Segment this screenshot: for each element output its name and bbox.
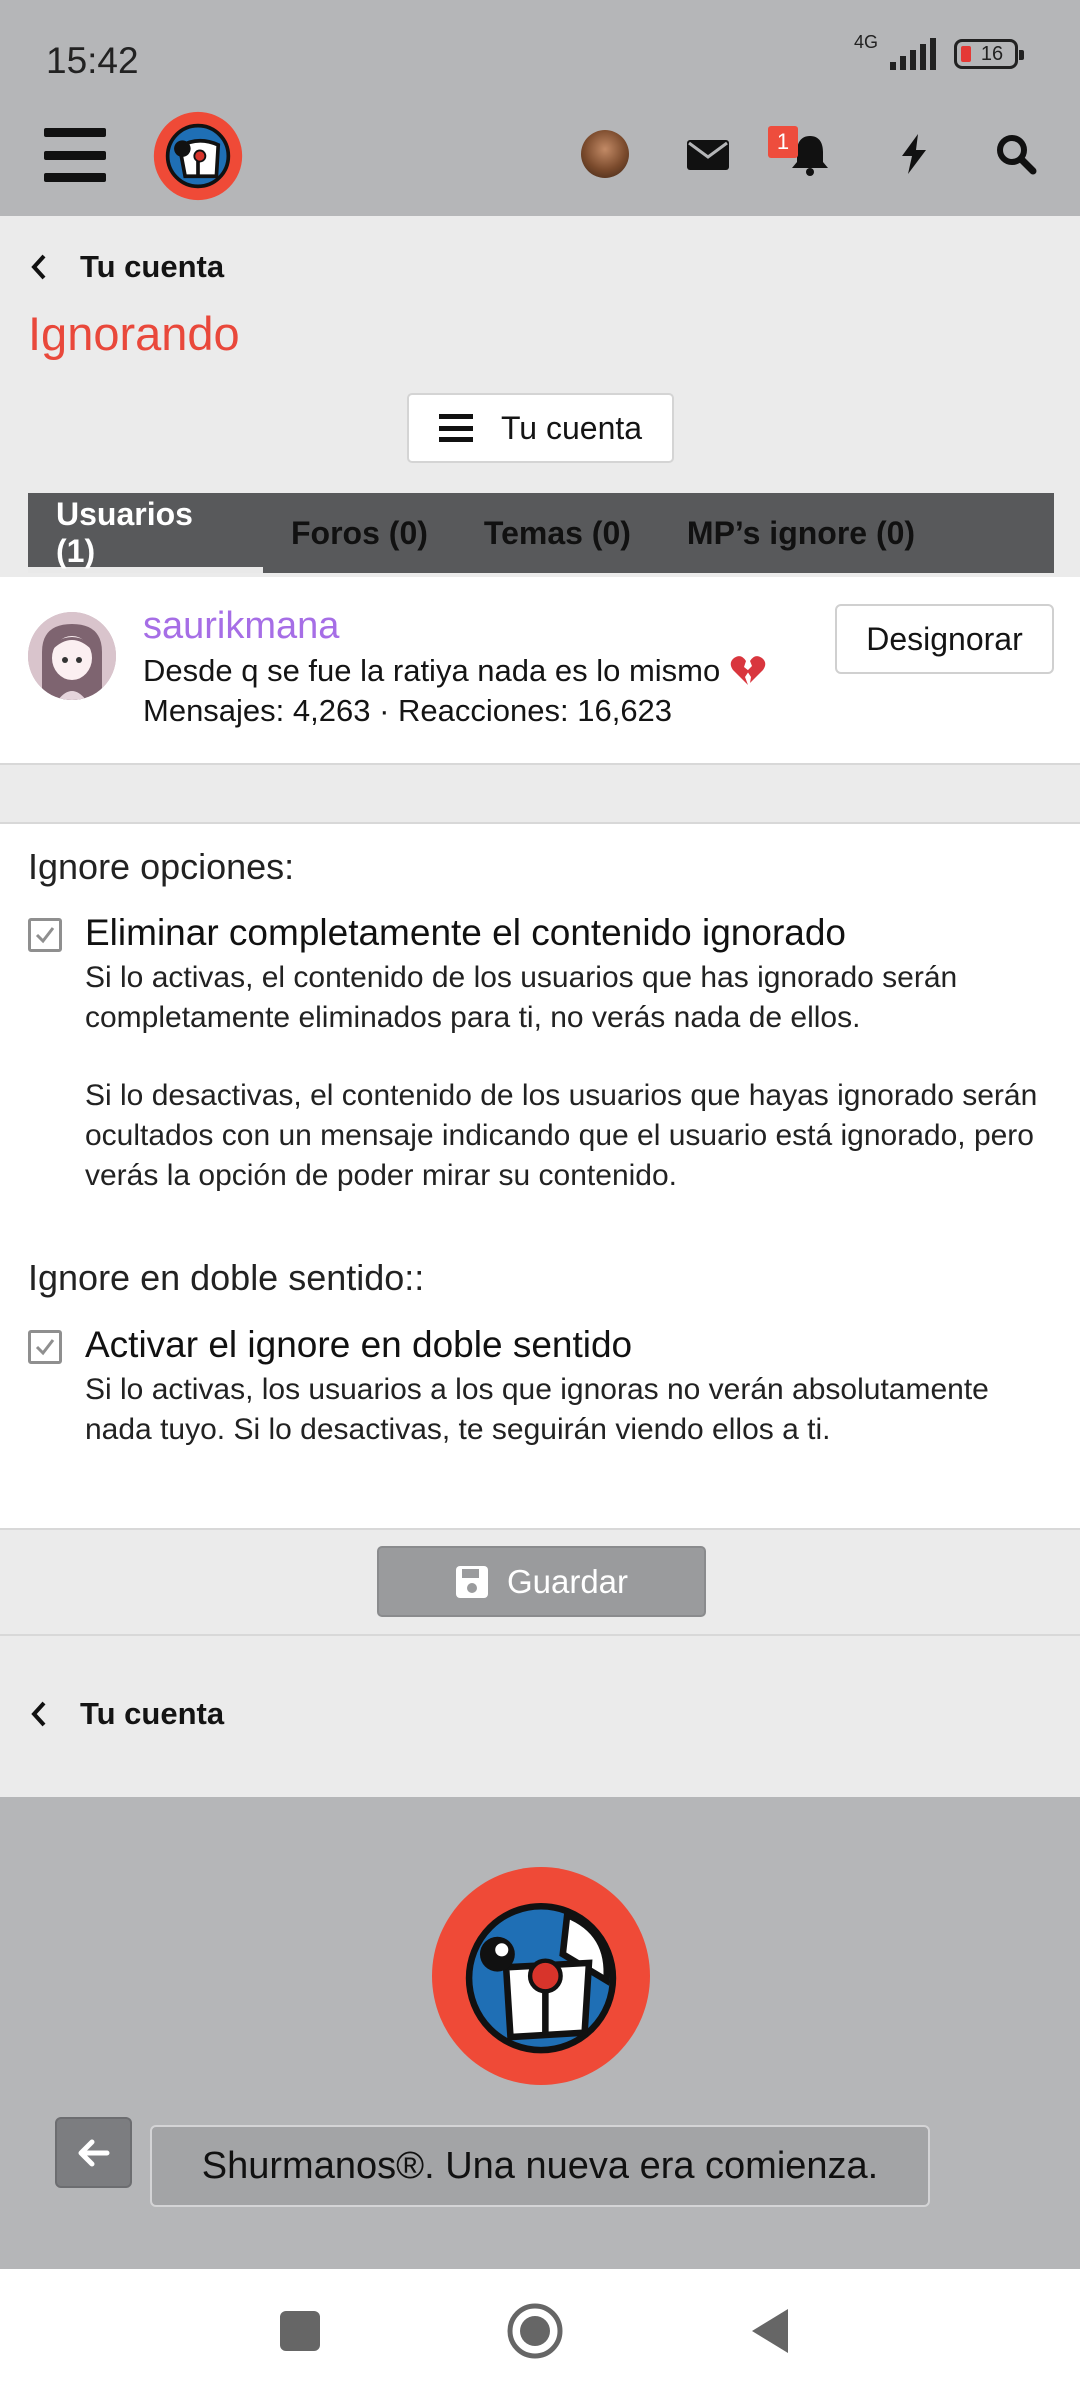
user-avatar[interactable] — [581, 130, 629, 178]
footer-logo — [432, 1867, 650, 2085]
home-icon[interactable] — [505, 2301, 565, 2361]
two-way-ignore-label[interactable]: Activar el ignore en doble sentido — [85, 1324, 632, 1366]
account-menu-label: Tu cuenta — [500, 409, 643, 446]
footer-breadcrumb[interactable]: Tu cuenta — [28, 1686, 224, 1742]
unignore-button[interactable]: Designorar — [835, 604, 1054, 674]
site-footer: Shurmanos®. Una nueva era comienza. — [0, 1797, 1080, 2269]
floppy-disk-icon — [455, 1565, 488, 1598]
check-icon — [35, 1339, 55, 1356]
save-button[interactable]: Guardar — [377, 1546, 706, 1617]
battery-icon: 16 — [954, 39, 1024, 69]
network-type: 4G — [853, 31, 878, 52]
tab-temas[interactable]: Temas (0) — [456, 493, 659, 573]
remove-content-hint-off: Si lo desactivas, el contenido de los us… — [85, 1079, 1038, 1192]
site-logo[interactable] — [152, 110, 244, 202]
status-icons: 4G 16 — [854, 32, 1024, 70]
two-way-section-title: Ignore en doble sentido:: — [28, 1257, 425, 1298]
ignored-username[interactable]: saurikmana — [143, 605, 339, 648]
save-button-label: Guardar — [506, 1562, 629, 1600]
search-icon[interactable] — [993, 132, 1041, 176]
app-header: 1 — [0, 111, 1080, 216]
chevron-left-icon — [31, 1701, 46, 1727]
status-bar: 15:42 4G 16 — [0, 0, 1080, 118]
two-way-ignore-checkbox[interactable] — [28, 1330, 62, 1364]
two-way-ignore-hint: Si lo activas, los usuarios a los que ig… — [85, 1373, 989, 1446]
form-submit-row: Guardar — [0, 1530, 1080, 1636]
recents-icon[interactable] — [278, 2309, 322, 2353]
notification-badge: 1 — [768, 126, 798, 158]
breadcrumb-label: Tu cuenta — [80, 249, 225, 284]
chevron-left-icon — [31, 254, 46, 280]
remove-content-label[interactable]: Eliminar completamente el contenido igno… — [85, 912, 846, 954]
page-title: Ignorando — [28, 307, 240, 360]
envelope-icon[interactable] — [684, 132, 732, 176]
account-menu-button[interactable]: Tu cuenta — [407, 393, 674, 463]
clock: 15:42 — [46, 40, 139, 81]
options-section-title: Ignore opciones: — [28, 846, 295, 887]
back-nav-icon[interactable] — [748, 2305, 792, 2357]
menu-lines-icon — [438, 414, 473, 442]
user-status: Desde q se fue la ratiya nada es lo mism… — [143, 653, 766, 689]
signal-icon — [890, 38, 936, 70]
arrow-left-icon — [78, 2139, 109, 2166]
remove-content-checkbox[interactable] — [28, 918, 62, 952]
breadcrumb[interactable]: Tu cuenta — [28, 239, 224, 295]
back-button[interactable] — [55, 2117, 132, 2188]
user-status-text: Desde q se fue la ratiya nada es lo mism… — [143, 653, 721, 688]
check-icon — [35, 927, 55, 944]
tab-foros[interactable]: Foros (0) — [263, 493, 456, 573]
battery-level: 16 — [980, 42, 1004, 65]
broken-heart-icon — [730, 656, 766, 685]
tab-bar: Usuarios (1) Foros (0) Temas (0) MP’s ig… — [28, 493, 1054, 573]
ignore-options-form: Ignore opciones: Eliminar completamente … — [0, 822, 1080, 1530]
ignored-user-avatar[interactable] — [28, 612, 116, 700]
footer-breadcrumb-label: Tu cuenta — [80, 1696, 225, 1731]
footer-tagline: Shurmanos®. Una nueva era comienza. — [150, 2125, 930, 2207]
remove-content-hint-on: Si lo activas, el contenido de los usuar… — [85, 961, 958, 1034]
system-navigation-bar — [0, 2269, 1080, 2400]
ignored-user-row: saurikmana Desde q se fue la ratiya nada… — [0, 577, 1080, 765]
menu-icon[interactable] — [44, 128, 106, 182]
tab-usuarios[interactable]: Usuarios (1) — [28, 493, 263, 573]
bolt-icon[interactable] — [890, 132, 938, 176]
user-stats: Mensajes: 4,263 · Reacciones: 16,623 — [143, 693, 673, 728]
tab-mp-ignore[interactable]: MP’s ignore (0) — [659, 493, 943, 573]
